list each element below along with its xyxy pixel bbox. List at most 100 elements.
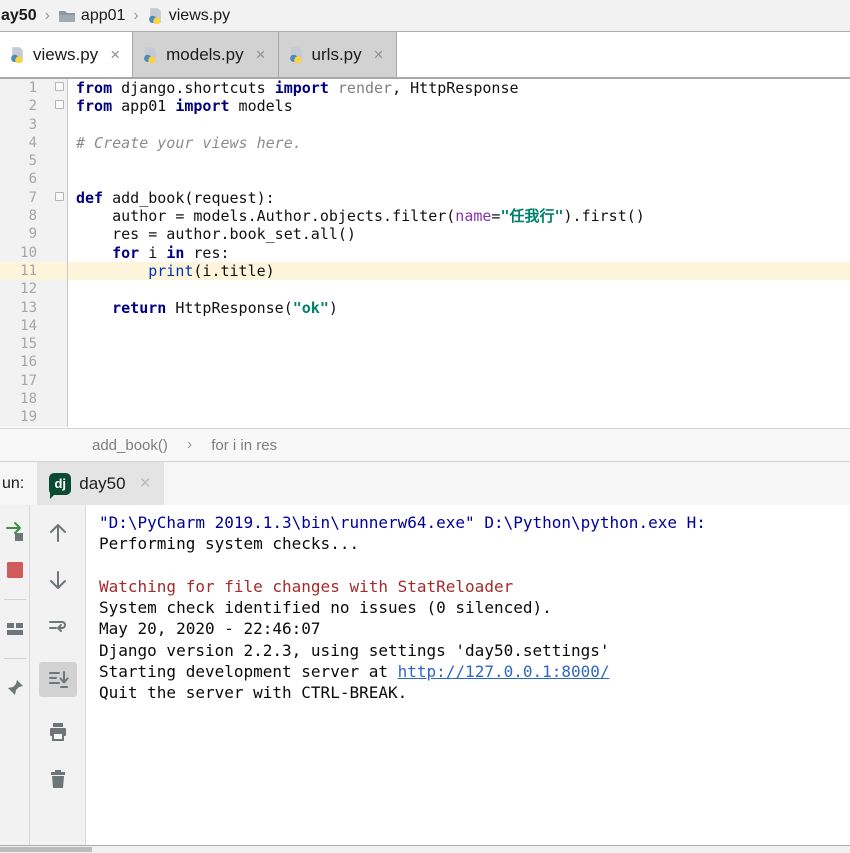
code-line-content[interactable]	[68, 390, 850, 408]
console-text: Starting development server at	[99, 662, 398, 681]
code-line-content[interactable]: from django.shortcuts import render, Htt…	[68, 79, 850, 97]
gutter-line-number[interactable]: 15	[0, 335, 68, 353]
gutter-line-number[interactable]: 16	[0, 353, 68, 371]
caret-breadcrumb-statement[interactable]: for i in res	[211, 437, 277, 454]
gutter-line-number[interactable]: 6	[0, 170, 68, 188]
separator	[4, 658, 26, 659]
caret-breadcrumb-function[interactable]: add_book()	[92, 437, 168, 454]
breadcrumb-file[interactable]: views.py	[169, 7, 230, 25]
code-token: print	[148, 262, 193, 280]
soft-wrap-icon[interactable]	[46, 615, 70, 639]
gutter-line-number[interactable]: 11	[0, 262, 68, 280]
code-line: 2from app01 import models	[0, 97, 850, 115]
code-line-content[interactable]: res = author.book_set.all()	[68, 225, 850, 243]
code-line-content[interactable]	[68, 280, 850, 298]
gutter-line-number[interactable]: 17	[0, 372, 68, 390]
tab-label: views.py	[33, 45, 98, 65]
code-token: from	[76, 97, 112, 115]
code-token: name	[455, 207, 491, 225]
console-line: May 20, 2020 - 22:46:07	[99, 618, 850, 639]
code-line-content[interactable]	[68, 408, 850, 426]
code-line-content[interactable]: # Create your views here.	[68, 134, 850, 152]
gutter-line-number[interactable]: 5	[0, 152, 68, 170]
code-line-content[interactable]	[68, 335, 850, 353]
gutter-line-number[interactable]: 13	[0, 299, 68, 317]
code-line-content[interactable]	[68, 353, 850, 371]
code-line: 17	[0, 372, 850, 390]
code-line-content[interactable]	[68, 116, 850, 134]
scroll-up-icon[interactable]	[46, 521, 70, 545]
close-icon[interactable]: ×	[256, 45, 266, 65]
gutter-line-number[interactable]: 9	[0, 225, 68, 243]
gutter-line-number[interactable]: 4	[0, 134, 68, 152]
code-line-content[interactable]: return HttpResponse("ok")	[68, 299, 850, 317]
close-icon[interactable]: ×	[374, 45, 384, 65]
code-editor[interactable]: 1from django.shortcuts import render, Ht…	[0, 79, 850, 428]
code-line-content[interactable]: from app01 import models	[68, 97, 850, 115]
close-icon[interactable]: ×	[110, 45, 120, 65]
fold-marker-icon[interactable]	[55, 192, 64, 201]
code-token: "任我行"	[500, 207, 563, 225]
code-token: render	[338, 79, 392, 97]
code-line-content[interactable]: def add_book(request):	[68, 189, 850, 207]
gutter-line-number[interactable]: 18	[0, 390, 68, 408]
run-tab-day50[interactable]: dj day50 ×	[37, 462, 163, 505]
restore-layout-icon[interactable]	[3, 617, 27, 641]
editor-tab-views.py[interactable]: views.py ×	[0, 32, 133, 77]
code-line-content[interactable]	[68, 372, 850, 390]
scroll-to-end-icon[interactable]	[39, 662, 77, 697]
gutter-line-number[interactable]: 19	[0, 408, 68, 426]
stop-icon[interactable]	[3, 558, 27, 582]
gutter-line-number[interactable]: 2	[0, 97, 68, 115]
print-icon[interactable]	[46, 720, 70, 744]
breadcrumb: ay50 › app01 › views.py	[0, 0, 850, 32]
breadcrumb-project[interactable]: ay50	[1, 7, 37, 25]
code-token: for	[112, 244, 139, 262]
code-line: 6	[0, 170, 850, 188]
code-line: 15	[0, 335, 850, 353]
gutter-line-number[interactable]: 14	[0, 317, 68, 335]
console-text: "D:\PyCharm 2019.1.3\bin\runnerw64.exe" …	[99, 513, 706, 532]
gutter-line-number[interactable]: 10	[0, 244, 68, 262]
code-line-content[interactable]	[68, 152, 850, 170]
folder-icon	[58, 8, 76, 24]
gutter-line-number[interactable]: 1	[0, 79, 68, 97]
close-icon[interactable]: ×	[140, 473, 151, 495]
gutter-line-number[interactable]: 7	[0, 189, 68, 207]
gutter-line-number[interactable]: 3	[0, 116, 68, 134]
code-token: )	[329, 299, 338, 317]
code-line-content[interactable]	[68, 170, 850, 188]
code-line-content[interactable]	[68, 317, 850, 335]
code-line-content[interactable]: for i in res:	[68, 244, 850, 262]
chevron-right-icon: ›	[42, 7, 53, 25]
rerun-icon[interactable]	[3, 519, 27, 543]
pin-icon[interactable]	[3, 676, 27, 700]
console-output[interactable]: "D:\PyCharm 2019.1.3\bin\runnerw64.exe" …	[86, 505, 850, 845]
console-line: Quit the server with CTRL-BREAK.	[99, 682, 850, 703]
scrollbar-thumb[interactable]	[0, 847, 92, 852]
chevron-right-icon: ›	[130, 7, 141, 25]
code-token: return	[112, 299, 166, 317]
console-line: "D:\PyCharm 2019.1.3\bin\runnerw64.exe" …	[99, 512, 850, 533]
gutter-line-number[interactable]: 12	[0, 280, 68, 298]
scroll-down-icon[interactable]	[46, 568, 70, 592]
clear-console-icon[interactable]	[46, 767, 70, 791]
console-link[interactable]: http://127.0.0.1:8000/	[398, 662, 610, 681]
code-line-content[interactable]: author = models.Author.objects.filter(na…	[68, 207, 850, 225]
tab-label: urls.py	[312, 45, 362, 65]
console-line: Starting development server at http://12…	[99, 661, 850, 682]
fold-marker-icon[interactable]	[55, 82, 64, 91]
code-token	[76, 262, 148, 280]
editor-tab-urls.py[interactable]: urls.py ×	[279, 32, 397, 77]
console-text: May 20, 2020 - 22:46:07	[99, 619, 321, 638]
code-line: 18	[0, 390, 850, 408]
python-file-icon	[288, 46, 305, 63]
code-line-content[interactable]: print(i.title)	[68, 262, 850, 280]
gutter-line-number[interactable]: 8	[0, 207, 68, 225]
editor-tab-models.py[interactable]: models.py×	[133, 32, 278, 77]
code-token: HttpResponse(	[166, 299, 292, 317]
breadcrumb-package[interactable]: app01	[81, 7, 126, 25]
fold-marker-icon[interactable]	[55, 100, 64, 109]
code-line: 4# Create your views here.	[0, 134, 850, 152]
console-line: Django version 2.2.3, using settings 'da…	[99, 640, 850, 661]
